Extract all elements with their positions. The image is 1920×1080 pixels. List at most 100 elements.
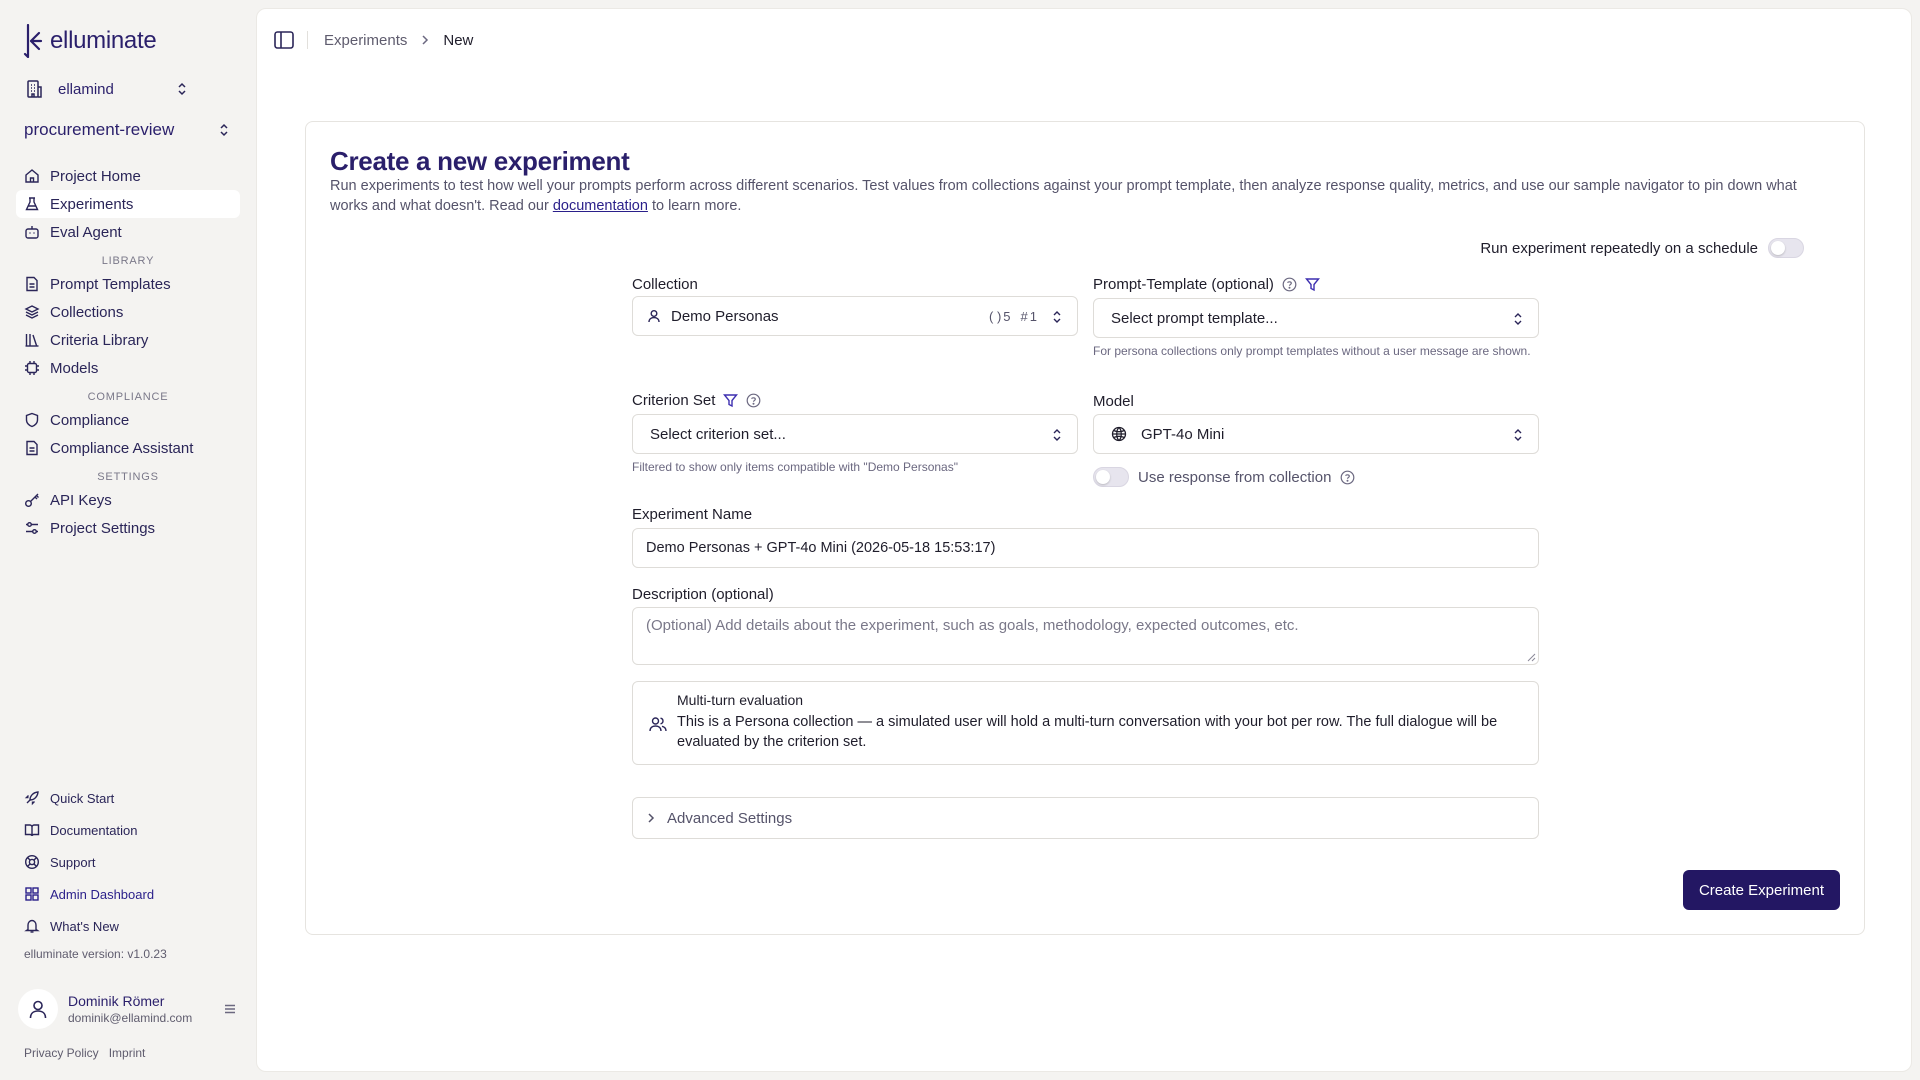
chevron-updown-icon xyxy=(218,122,230,138)
app-logo[interactable]: elluminate xyxy=(22,24,157,58)
chevron-right-icon xyxy=(647,812,655,824)
hash-icon: # xyxy=(1020,309,1028,324)
rows-count: 1 xyxy=(1029,309,1037,324)
multi-turn-text: This is a Persona collection — a simulat… xyxy=(677,714,1498,750)
nav-item-criteria-library[interactable]: Criteria Library xyxy=(16,326,240,354)
help-circle-icon[interactable] xyxy=(1282,277,1297,292)
description-placeholder: (Optional) Add details about the experim… xyxy=(646,617,1299,634)
multi-turn-title: Multi-turn evaluation xyxy=(677,692,804,708)
app-version: elluminate version: v1.0.23 xyxy=(24,947,167,961)
rows-badge: #1 xyxy=(1021,309,1037,324)
model-select[interactable]: GPT-4o Mini xyxy=(1093,414,1539,454)
nav-item-support[interactable]: Support xyxy=(16,846,240,878)
nav-item-admin-dashboard[interactable]: Admin Dashboard xyxy=(16,878,240,910)
model-value: GPT-4o Mini xyxy=(1141,425,1225,443)
documentation-link[interactable]: documentation xyxy=(553,198,648,214)
nav-item-api-keys[interactable]: API Keys xyxy=(16,486,240,514)
resize-handle-icon[interactable] xyxy=(1526,652,1536,662)
create-experiment-button[interactable]: Create Experiment xyxy=(1682,870,1840,910)
filter-icon[interactable] xyxy=(1304,277,1320,292)
criterion-set-placeholder: Select criterion set... xyxy=(650,425,786,443)
nav-item-prompt-templates[interactable]: Prompt Templates xyxy=(16,270,240,298)
collection-select[interactable]: Demo Personas ( ) 5 #1 xyxy=(632,296,1078,336)
sidebar-toggle-icon[interactable] xyxy=(273,29,295,51)
bell-icon xyxy=(24,918,40,934)
advanced-settings-label: Advanced Settings xyxy=(667,809,793,827)
nav-item-quick-start[interactable]: Quick Start xyxy=(16,782,240,814)
nav-item-project-settings[interactable]: Project Settings xyxy=(16,514,240,542)
stack-icon xyxy=(24,304,40,320)
main-content: Experiments New Create a new experiment … xyxy=(256,8,1912,1072)
user-name: Dominik Römer xyxy=(68,993,165,1009)
columns-badge: ( ) 5 xyxy=(989,309,1011,324)
nav-item-eval-agent[interactable]: Eval Agent xyxy=(16,218,240,246)
page-title: Create a new experiment xyxy=(330,146,630,176)
advanced-settings-toggle[interactable]: Advanced Settings xyxy=(632,797,1539,839)
schedule-row: Run experiment repeatedly on a schedule xyxy=(1480,238,1804,258)
user-icon xyxy=(27,998,49,1020)
experiment-name-label: Experiment Name xyxy=(632,506,752,523)
imprint-link[interactable]: Imprint xyxy=(109,1046,146,1060)
collection-value: Demo Personas xyxy=(671,307,779,325)
avatar xyxy=(18,989,58,1029)
nav-label: Experiments xyxy=(50,195,134,213)
project-switcher[interactable]: procurement-review xyxy=(24,118,230,142)
chevron-updown-icon xyxy=(1512,312,1524,326)
nav-item-project-home[interactable]: Project Home xyxy=(16,162,240,190)
nav-label: What's New xyxy=(50,918,119,934)
user-email: dominik@ellamind.com xyxy=(68,1011,193,1025)
nav-label: API Keys xyxy=(50,491,112,509)
nav-item-models[interactable]: Models xyxy=(16,354,240,382)
user-profile[interactable]: Dominik Römer dominik@ellamind.com xyxy=(18,988,238,1030)
use-response-label: Use response from collection xyxy=(1138,468,1332,486)
nav-label: Collections xyxy=(50,303,124,321)
description-textarea[interactable]: (Optional) Add details about the experim… xyxy=(632,607,1539,665)
footer-links: Privacy Policy Imprint xyxy=(24,1046,145,1060)
bottom-nav: Quick Start Documentation Support Admin … xyxy=(16,782,240,942)
chevron-updown-icon xyxy=(1051,310,1063,324)
file-icon xyxy=(24,440,40,456)
home-icon xyxy=(24,168,40,184)
chip-icon xyxy=(24,360,40,376)
privacy-policy-link[interactable]: Privacy Policy xyxy=(24,1046,99,1060)
building-icon xyxy=(24,79,44,99)
columns-count: 5 xyxy=(1003,309,1011,324)
chevron-updown-icon xyxy=(176,81,188,97)
rocket-icon xyxy=(24,790,40,806)
prompt-template-select[interactable]: Select prompt template... xyxy=(1093,298,1539,338)
experiment-name-input[interactable]: Demo Personas + GPT-4o Mini (2026-05-18 … xyxy=(632,528,1539,568)
breadcrumb-experiments[interactable]: Experiments xyxy=(324,32,407,49)
lifebuoy-icon xyxy=(24,854,40,870)
nav-item-whats-new[interactable]: What's New xyxy=(16,910,240,942)
robot-icon xyxy=(24,224,40,240)
criterion-set-select[interactable]: Select criterion set... xyxy=(632,414,1078,454)
multi-turn-info: Multi-turn evaluation This is a Persona … xyxy=(632,681,1539,765)
help-circle-icon[interactable] xyxy=(1340,470,1355,485)
schedule-toggle[interactable] xyxy=(1768,238,1804,258)
collection-label: Collection xyxy=(632,276,698,293)
collection-badges: ( ) 5 #1 xyxy=(989,309,1037,324)
org-name: ellamind xyxy=(58,80,114,98)
user-info: Dominik Römer dominik@ellamind.com xyxy=(68,993,192,1025)
use-response-row: Use response from collection xyxy=(1093,467,1355,487)
create-experiment-card: Create a new experiment Run experiments … xyxy=(305,121,1865,935)
breadcrumb: Experiments New xyxy=(324,32,473,49)
toggle-knob xyxy=(1771,241,1785,255)
main-nav: Project Home Experiments Eval Agent LIBR… xyxy=(16,162,240,542)
help-circle-icon[interactable] xyxy=(746,393,761,408)
experiment-name-value: Demo Personas + GPT-4o Mini (2026-05-18 … xyxy=(646,540,996,556)
nav-item-collections[interactable]: Collections xyxy=(16,298,240,326)
nav-item-compliance[interactable]: Compliance xyxy=(16,406,240,434)
nav-item-documentation[interactable]: Documentation xyxy=(16,814,240,846)
schedule-label: Run experiment repeatedly on a schedule xyxy=(1480,239,1758,257)
criterion-set-label: Criterion Set xyxy=(632,392,761,409)
use-response-toggle[interactable] xyxy=(1093,467,1129,487)
chevron-right-icon xyxy=(421,34,429,46)
filter-icon[interactable] xyxy=(723,393,739,408)
nav-item-experiments[interactable]: Experiments xyxy=(16,190,240,218)
label-text: Model xyxy=(1093,393,1134,410)
breadcrumb-current: New xyxy=(443,31,474,49)
menu-icon[interactable] xyxy=(222,1001,238,1017)
org-switcher[interactable]: ellamind xyxy=(24,78,188,100)
nav-item-compliance-assistant[interactable]: Compliance Assistant xyxy=(16,434,240,462)
